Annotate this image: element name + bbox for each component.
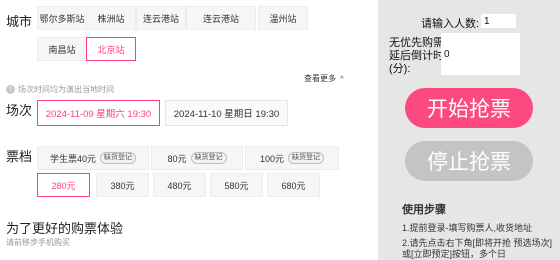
ticket-380[interactable]: 380元 xyxy=(96,173,149,197)
person-count-label: 请输入人数: xyxy=(421,18,480,30)
ticket-price: 学生票40元 xyxy=(49,153,96,164)
stop-grab-button[interactable]: 停止抢票 xyxy=(405,141,533,181)
city-label: 城市 xyxy=(6,14,33,29)
person-count-input[interactable] xyxy=(481,14,516,28)
step-1: 1.提前登录-填写购票人,收货地址 xyxy=(402,223,533,233)
ticket-student-40[interactable]: 学生票40元 缺货登记 xyxy=(37,146,149,170)
ticket-100[interactable]: 100元 缺货登记 xyxy=(245,146,339,170)
city-ordos[interactable]: 鄂尔多斯站 xyxy=(37,6,87,30)
info-icon: ! xyxy=(6,85,15,94)
city-beijing[interactable]: 北京站 xyxy=(86,37,136,61)
out-of-stock-tag: 缺货登记 xyxy=(288,152,325,164)
delay-label-line3: (分): xyxy=(389,63,411,75)
ticket-price: 100元 xyxy=(259,153,285,164)
promo-subtitle: 请前移步手机购买 xyxy=(6,238,70,247)
session-label: 场次 xyxy=(6,103,33,118)
start-grab-button[interactable]: 开始抢票 xyxy=(405,88,533,128)
session-2024-11-09[interactable]: 2024-11-09 星期六 19:30 xyxy=(37,100,160,126)
steps-title: 使用步骤 xyxy=(402,204,446,216)
delay-label-line2: 延后倒计时 xyxy=(389,50,444,62)
out-of-stock-tag: 缺货登记 xyxy=(100,152,136,164)
chevron-up-icon: ^ xyxy=(340,76,344,83)
ticket-tier-label: 票档 xyxy=(6,149,33,164)
ticket-80[interactable]: 80元 缺货登记 xyxy=(151,146,243,170)
delay-countdown-input[interactable] xyxy=(441,33,520,75)
delay-label-line1: 无优先购需 xyxy=(389,37,444,49)
ticket-480[interactable]: 480元 xyxy=(153,173,206,197)
city-zhuzhou[interactable]: 株洲站 xyxy=(86,6,136,30)
city-wenzhou[interactable]: 温州站 xyxy=(258,6,308,30)
timezone-hint: ! 场次时间均为演出当地时间 xyxy=(6,84,114,95)
show-more-link[interactable]: 查看更多 ^ xyxy=(304,73,344,84)
session-2024-11-10[interactable]: 2024-11-10 星期日 19:30 xyxy=(165,100,288,126)
city-nanchang[interactable]: 南昌站 xyxy=(37,37,87,61)
ticket-selection-area: 城市 鄂尔多斯站 株洲站 连云港站 连云港站 温州站 南昌站 北京站 查看更多 … xyxy=(0,0,378,260)
ticket-price: 80元 xyxy=(167,153,187,164)
out-of-stock-tag: 缺货登记 xyxy=(190,152,227,164)
ticket-580[interactable]: 580元 xyxy=(210,173,263,197)
delay-countdown-label: 无优先购需 延后倒计时 (分): xyxy=(389,37,444,76)
ticket-680[interactable]: 680元 xyxy=(267,173,320,197)
grab-ticket-panel: 请输入人数: 无优先购需 延后倒计时 (分): 开始抢票 停止抢票 使用步骤 1… xyxy=(378,0,560,260)
city-lianyungang-1[interactable]: 连云港站 xyxy=(136,6,186,30)
step-2: 2.请先点击右下角[即将开抢 预选场次]或[立即预定]按钮，多个日 xyxy=(402,238,553,259)
promo-title: 为了更好的购票体验 xyxy=(6,221,124,236)
show-more-label: 查看更多 xyxy=(304,74,336,83)
timezone-hint-text: 场次时间均为演出当地时间 xyxy=(18,85,114,94)
ticket-280[interactable]: 280元 xyxy=(37,173,90,197)
city-lianyungang-2[interactable]: 连云港站 xyxy=(186,6,256,30)
